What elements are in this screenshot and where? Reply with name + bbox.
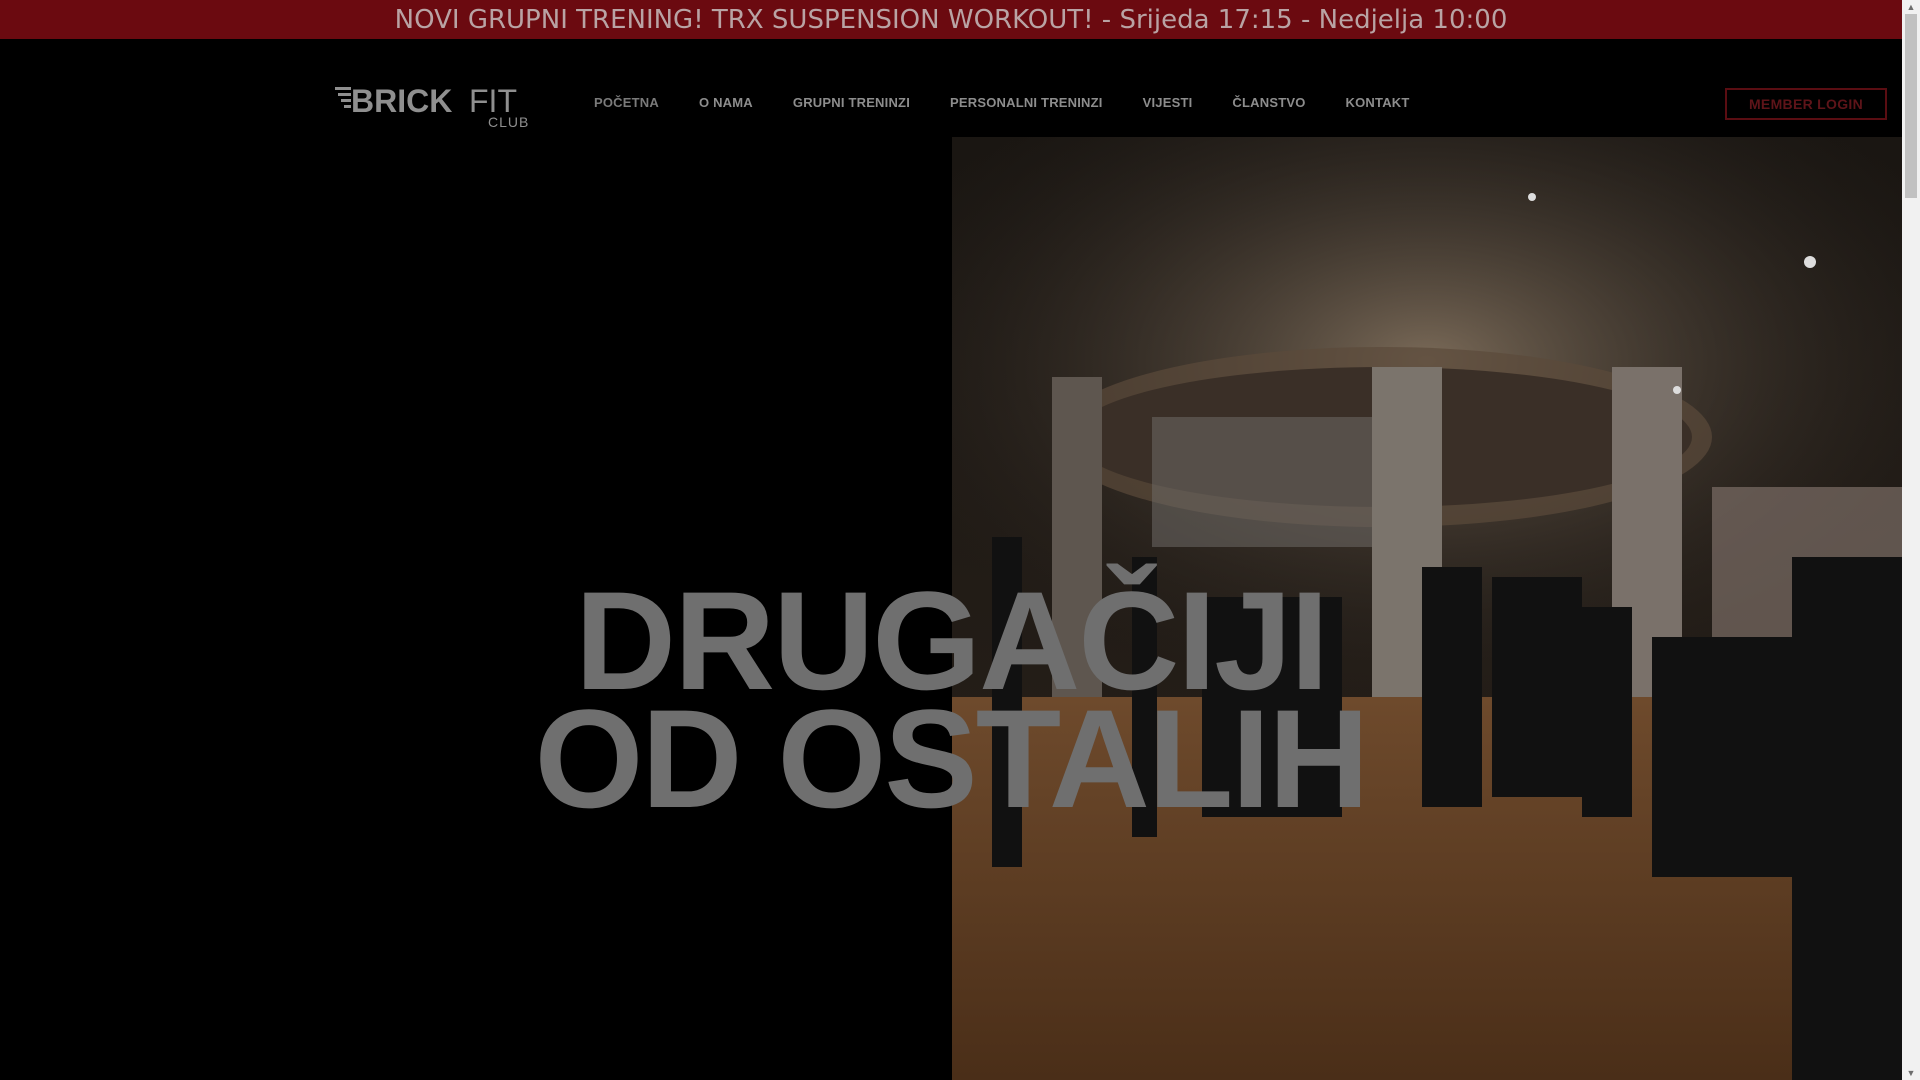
hero-headline-line2: OD OSTALIH — [534, 680, 1370, 837]
triangle-down-icon[interactable]: ▼ — [1902, 1066, 1920, 1080]
logo-brand: BRICK — [351, 83, 452, 119]
nav-item-personalni-treninzi[interactable]: PERSONALNI TRENINZI — [950, 95, 1103, 110]
nav-item-pocetna[interactable]: POČETNA — [594, 95, 659, 110]
hero-section: DRUGAČIJI OD OSTALIH — [0, 137, 1902, 1080]
announcement-text: NOVI GRUPNI TRENING! TRX SUSPENSION WORK… — [394, 5, 1508, 35]
nav-item-vijesti[interactable]: VIJESTI — [1143, 95, 1193, 110]
logo-sub: CLUB — [488, 114, 529, 127]
announcement-bar[interactable]: NOVI GRUPNI TRENING! TRX SUSPENSION WORK… — [0, 0, 1902, 39]
nav-item-o-nama[interactable]: O NAMA — [699, 95, 753, 110]
main-nav: POČETNA O NAMA GRUPNI TRENINZI PERSONALN… — [594, 95, 1450, 110]
nav-item-kontakt[interactable]: KONTAKT — [1346, 95, 1410, 110]
site-header: BRICK FIT CLUB POČETNA O NAMA GRUPNI TRE… — [0, 39, 1902, 137]
page-scrollbar[interactable]: ▲ ▼ — [1902, 0, 1920, 1080]
triangle-up-icon[interactable]: ▲ — [1902, 0, 1920, 14]
nav-item-clanstvo[interactable]: ČLANSTVO — [1232, 95, 1305, 110]
brickfit-logo[interactable]: BRICK FIT CLUB — [335, 83, 541, 127]
member-login-button[interactable]: MEMBER LOGIN — [1725, 88, 1887, 120]
scrollbar-thumb[interactable] — [1905, 14, 1917, 198]
nav-item-grupni-treninzi[interactable]: GRUPNI TRENINZI — [793, 95, 910, 110]
